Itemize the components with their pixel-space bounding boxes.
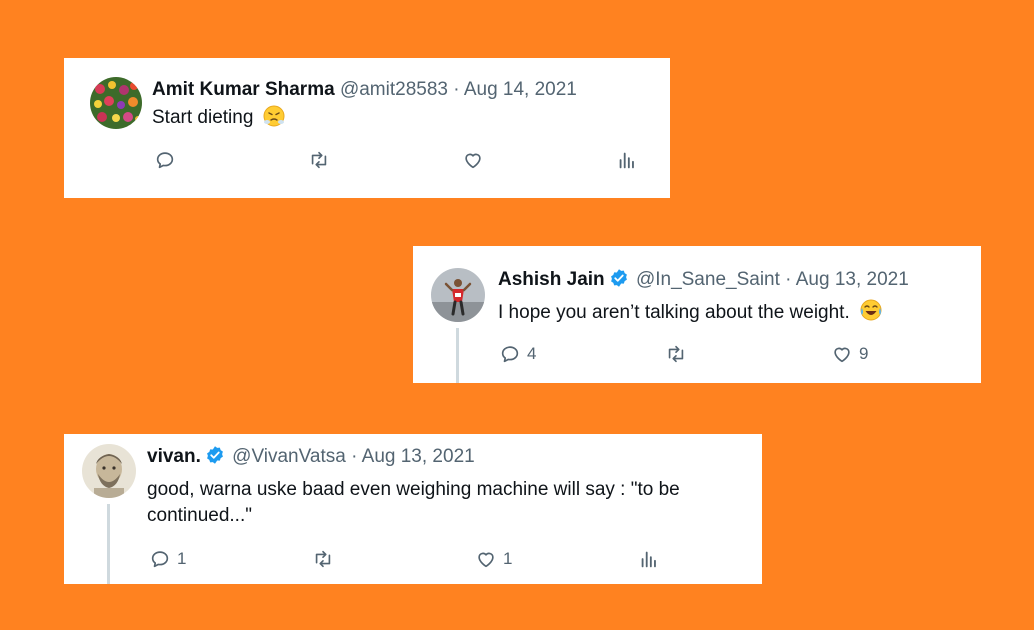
face-with-steam-from-nose-emoji [263,105,285,135]
face-with-tears-of-joy-emoji [859,298,883,330]
tweet-text: Start dieting [152,105,285,135]
heart-icon [465,153,481,169]
reply-button[interactable]: 1 [149,548,186,570]
thread-line [456,328,459,383]
reply-button[interactable] [154,149,176,171]
views-button[interactable] [638,548,660,570]
tweet-text-line-1: good, warna uske baad even weighing mach… [147,479,680,500]
author-handle[interactable]: @VivanVatsa [232,446,346,467]
analytics-icon [619,152,634,169]
tweet-header: vivan. @VivanVatsa · Aug 13, 2021 [147,445,475,469]
tweet-date[interactable]: Aug 13, 2021 [362,446,475,467]
avatar[interactable] [90,77,142,129]
like-count: 9 [859,344,869,363]
tweet-text-line-2: continued..." [147,505,252,526]
separator: · [785,269,792,290]
like-button[interactable]: 9 [831,343,868,365]
reply-icon [151,551,169,568]
verified-badge-icon [610,269,627,287]
reply-icon [501,346,519,363]
author-handle[interactable]: @amit28583 [340,79,448,100]
reply-count: 1 [177,549,187,568]
separator: · [351,446,358,467]
tweet-text: I hope you aren’t talking about the weig… [498,298,883,330]
thread-line [107,504,110,584]
tweet-text-content: Start dieting [152,107,254,128]
avatar[interactable] [82,444,136,498]
tweet-text: good, warna uske baad even weighing mach… [147,477,747,529]
retweet-button[interactable] [308,149,330,171]
reply-icon [156,152,174,169]
like-count: 1 [503,549,513,568]
tweet-card-2[interactable]: Ashish Jain @In_Sane_Saint · Aug 13, 202… [413,246,981,383]
retweet-icon [668,345,684,363]
like-button[interactable] [462,149,484,171]
tweet-card-1[interactable]: Amit Kumar Sharma @amit28583 · Aug 14, 2… [64,58,670,198]
tweet-date[interactable]: Aug 14, 2021 [464,79,577,100]
retweet-button[interactable] [665,343,687,365]
like-button[interactable]: 1 [475,548,512,570]
retweet-icon [315,550,331,568]
tweet-header: Ashish Jain @In_Sane_Saint · Aug 13, 202… [498,268,909,292]
verified-badge-icon [206,446,223,464]
heart-icon [834,347,850,363]
author-name[interactable]: Amit Kumar Sharma [152,79,335,100]
views-button[interactable] [616,149,638,171]
retweet-button[interactable] [312,548,334,570]
reply-button[interactable]: 4 [499,343,536,365]
avatar[interactable] [431,268,485,322]
heart-icon [478,552,494,568]
separator: · [453,79,460,100]
analytics-icon [641,551,656,568]
author-name[interactable]: vivan. [147,446,201,467]
tweet-text-content: I hope you aren’t talking about the weig… [498,302,850,323]
tweet-date[interactable]: Aug 13, 2021 [796,269,909,290]
retweet-icon [311,151,327,169]
author-name[interactable]: Ashish Jain [498,269,605,290]
author-handle[interactable]: @In_Sane_Saint [636,269,780,290]
tweet-card-3[interactable]: vivan. @VivanVatsa · Aug 13, 2021 good, … [64,434,762,584]
reply-count: 4 [527,344,537,363]
tweet-header: Amit Kumar Sharma @amit28583 · Aug 14, 2… [152,78,577,102]
